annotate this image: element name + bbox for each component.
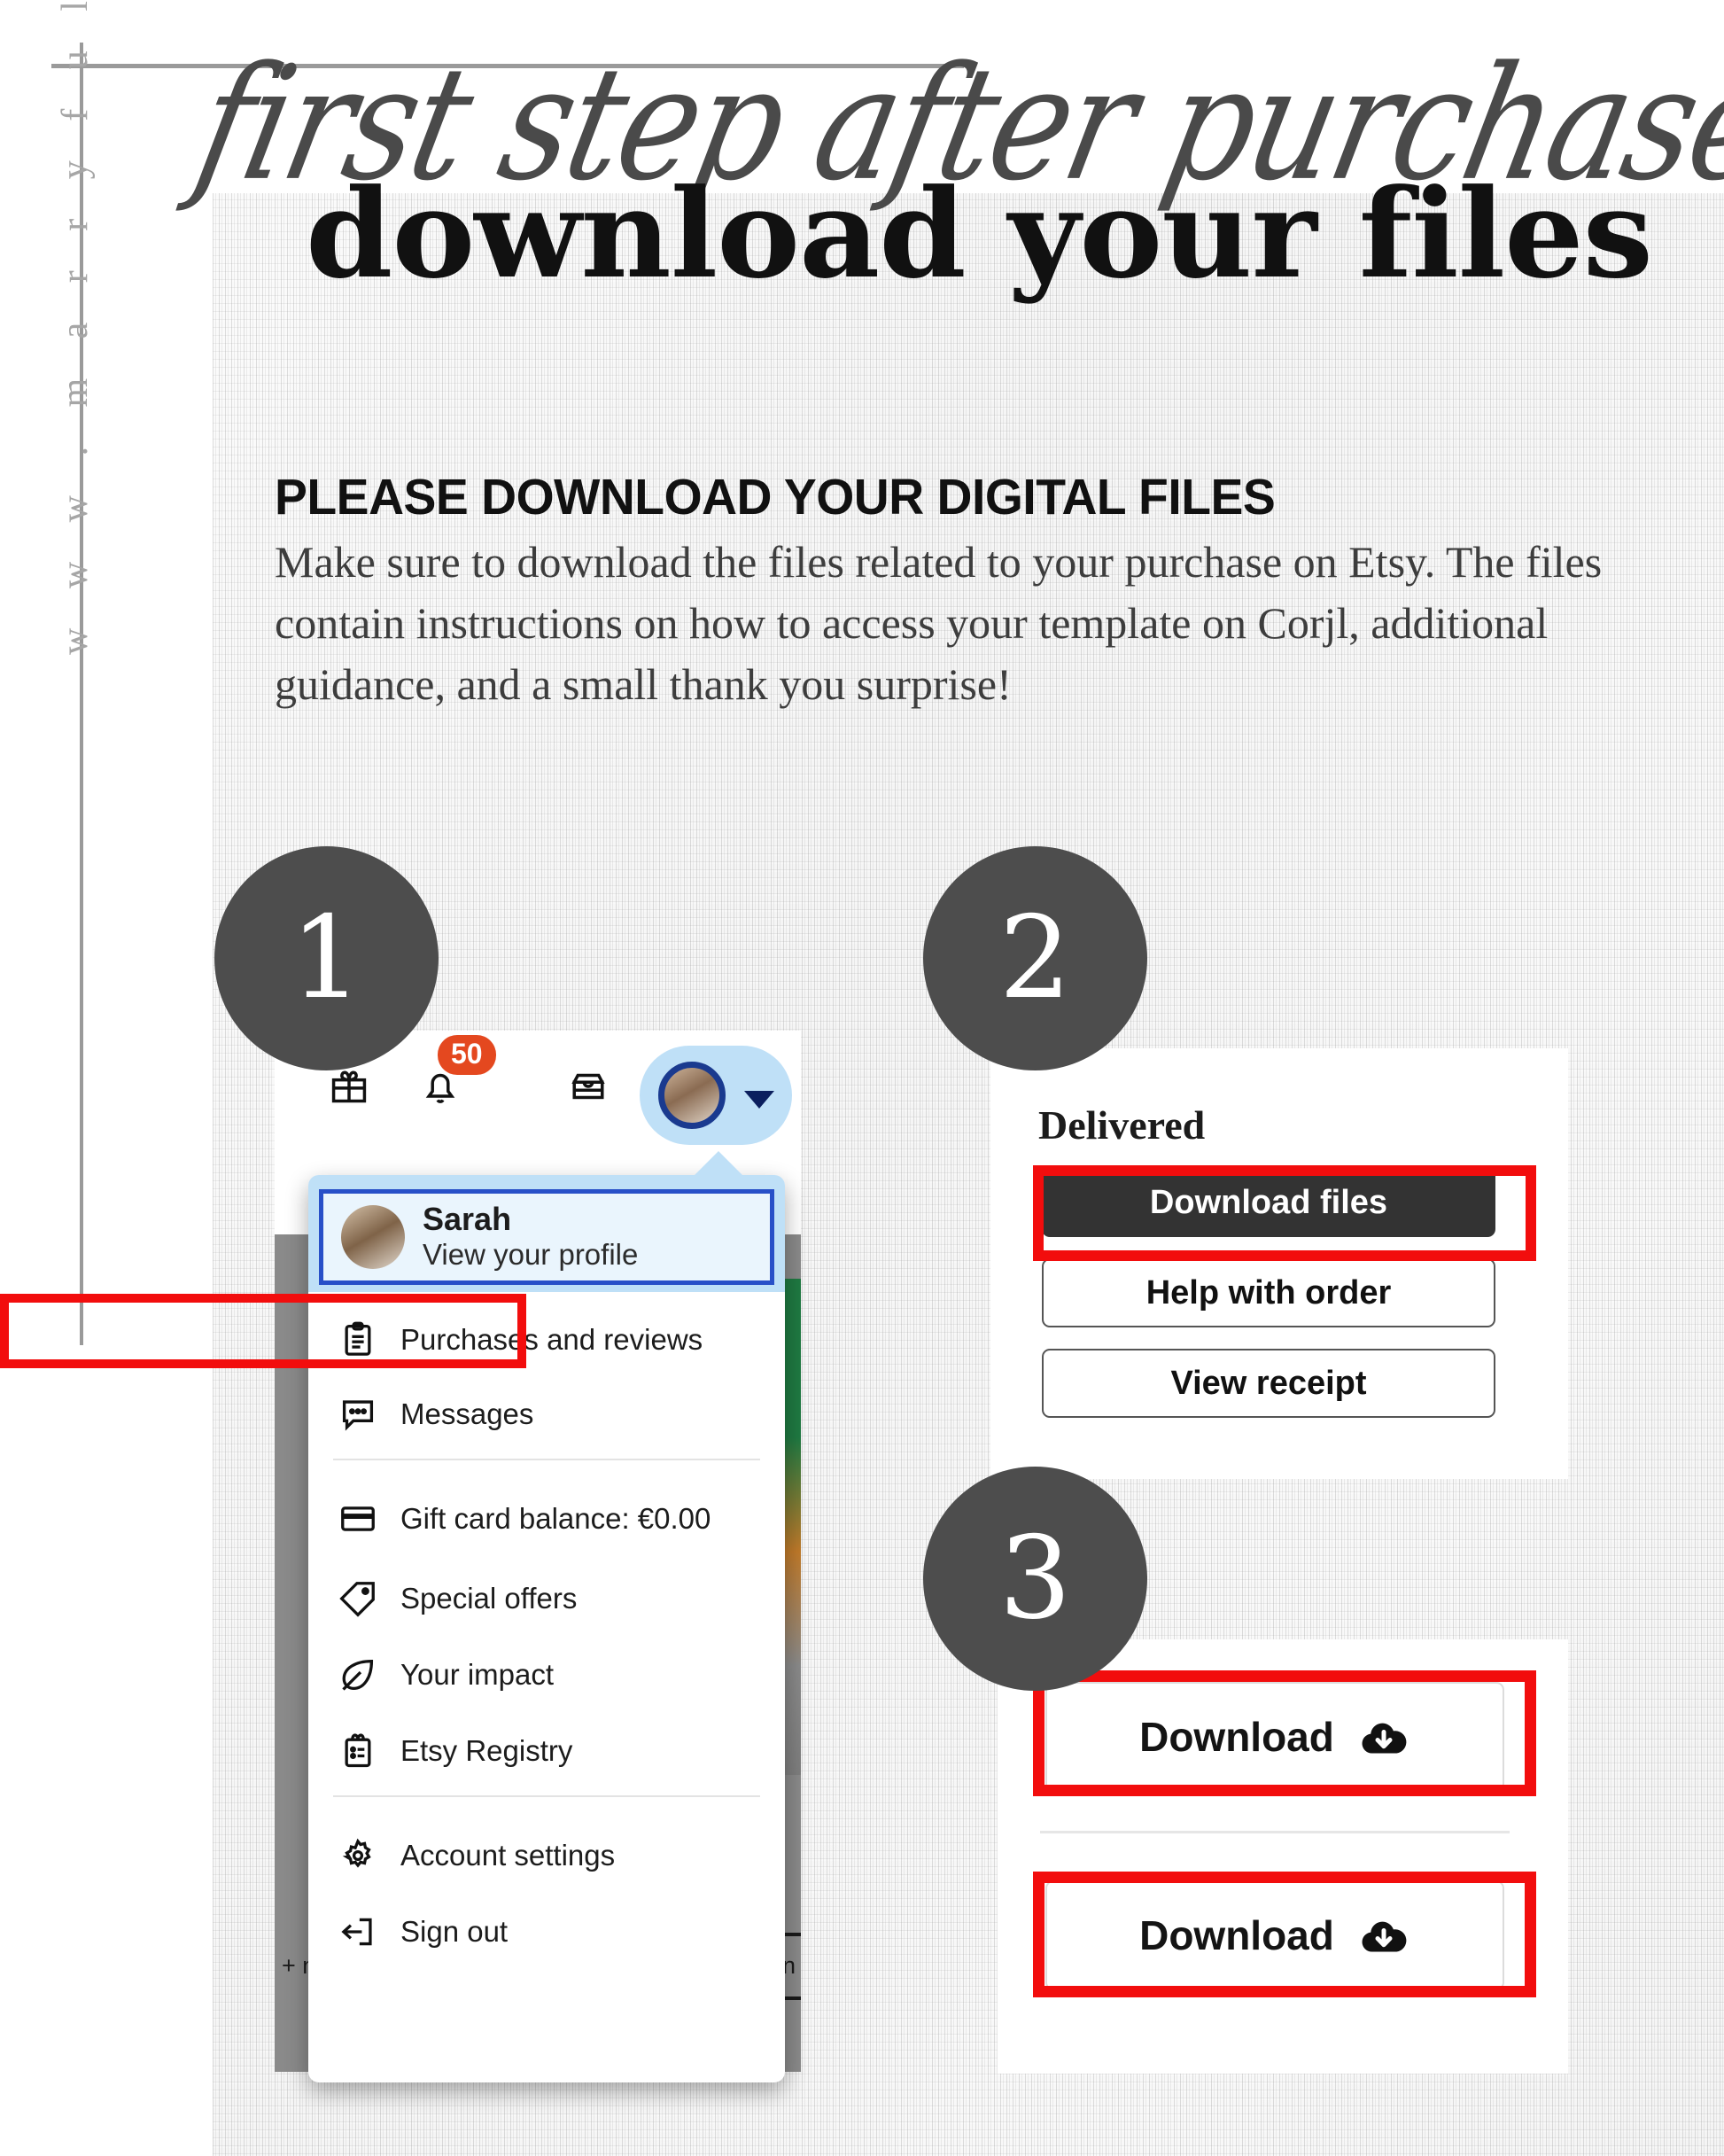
menu-item-purchases-and-reviews[interactable]: Purchases and reviews (308, 1304, 785, 1375)
menu-divider (333, 1459, 760, 1460)
menu-label: Sign out (400, 1915, 509, 1948)
menu-item-account-settings[interactable]: Account settings (308, 1820, 785, 1891)
message-bubble-icon (342, 1400, 374, 1431)
gift-icon[interactable] (330, 1067, 369, 1106)
help-with-order-button[interactable]: Help with order (1042, 1258, 1495, 1327)
menu-label: Messages (400, 1397, 534, 1430)
menu-label: Your impact (400, 1658, 555, 1691)
notification-count-badge: 50 (438, 1035, 496, 1075)
menu-item-etsy-registry[interactable]: Etsy Registry (308, 1716, 785, 1786)
menu-label: Account settings (400, 1839, 616, 1872)
menu-label: Special offers (400, 1582, 578, 1615)
page-title: download your files (306, 161, 1653, 306)
step-badge-3: 3 (923, 1467, 1147, 1691)
step-badge-2: 2 (923, 846, 1147, 1070)
profile-subtitle: View your profile (423, 1238, 639, 1272)
clipboard-icon (345, 1321, 371, 1356)
section-subheading: PLEASE DOWNLOAD YOUR DIGITAL FILES (275, 469, 1276, 525)
menu-item-gift-card-balance[interactable]: Gift card balance: €0.00 (308, 1483, 785, 1554)
order-status-label: Delivered (1038, 1102, 1206, 1148)
shop-icon[interactable] (569, 1067, 608, 1106)
dropdown-pointer (690, 1151, 747, 1179)
intro-paragraph: Make sure to download the files related … (275, 537, 1603, 709)
profile-card[interactable]: Sarah View your profile (319, 1189, 774, 1285)
profile-name: Sarah (423, 1201, 512, 1238)
menu-divider (333, 1795, 760, 1797)
chevron-down-icon[interactable] (744, 1091, 774, 1109)
step-badge-1: 1 (214, 846, 439, 1070)
registry-icon (345, 1733, 371, 1768)
gear-icon (342, 1838, 371, 1868)
menu-label: Purchases and reviews (400, 1323, 703, 1356)
price-tag-icon (339, 1582, 375, 1617)
menu-label: Etsy Registry (400, 1734, 573, 1767)
account-dropdown-menu: Sarah View your profile Purchases and re… (308, 1175, 785, 2082)
downloads-divider (1040, 1831, 1510, 1833)
menu-item-messages[interactable]: Messages (308, 1379, 785, 1450)
avatar[interactable] (658, 1062, 726, 1129)
credit-card-icon (341, 1506, 375, 1531)
menu-label: Gift card balance: €0.00 (400, 1502, 711, 1535)
website-watermark: w w w . m a r r y f u l . o r g (55, 0, 96, 655)
highlight-download-first (1033, 1670, 1536, 1796)
sign-out-icon (341, 1918, 372, 1946)
view-receipt-button[interactable]: View receipt (1042, 1349, 1495, 1418)
step2-order-card: Delivered Download files Help with order… (990, 1048, 1568, 1479)
profile-avatar (341, 1205, 405, 1269)
highlight-download-files (1033, 1165, 1536, 1261)
menu-item-special-offers[interactable]: Special offers (308, 1563, 785, 1634)
leaf-icon (342, 1659, 374, 1691)
highlight-download-second (1033, 1872, 1536, 1997)
menu-item-your-impact[interactable]: Your impact (308, 1639, 785, 1710)
menu-item-sign-out[interactable]: Sign out (308, 1896, 785, 1967)
